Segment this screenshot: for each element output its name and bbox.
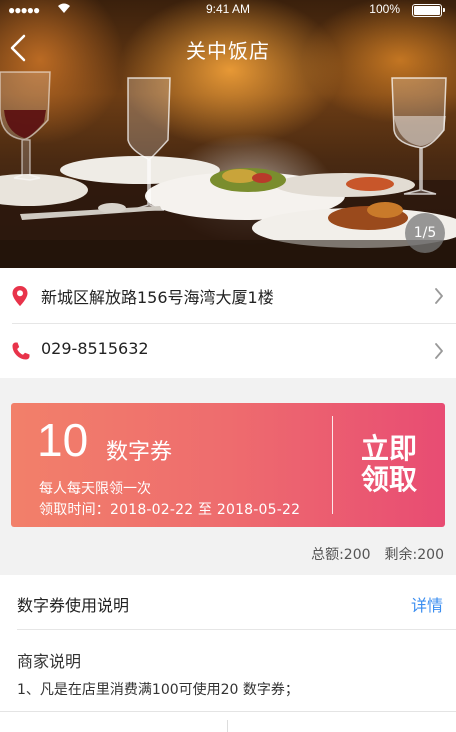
bottom-action-bar <box>0 711 456 732</box>
status-bar: ●●●●● 9:41 AM 100% <box>0 0 456 18</box>
store-info-section: 新城区解放路156号海湾大厦1楼 029-8515632 <box>0 268 456 378</box>
merchant-rule: 1、凡是在店里消费满100可使用20 数字券； <box>17 682 299 698</box>
address-row[interactable]: 新城区解放路156号海湾大厦1楼 <box>0 268 456 324</box>
phone-icon <box>12 342 30 360</box>
page-title: 关中饭店 <box>186 39 270 63</box>
phone-row[interactable]: 029-8515632 <box>0 323 456 378</box>
coupon-amount: 10 <box>37 414 89 466</box>
instructions-title: 数字券使用说明 <box>17 596 130 615</box>
details-link[interactable]: 详情 <box>411 592 443 616</box>
coupon-remaining: 剩余:200 <box>384 547 444 563</box>
battery-icon <box>412 4 445 17</box>
phone-number: 029-8515632 <box>41 339 149 358</box>
chevron-right-icon <box>435 288 443 304</box>
image-page-indicator: 1/5 <box>405 213 445 253</box>
section-divider <box>17 629 456 630</box>
merchant-notes-heading: 商家说明 <box>17 652 82 671</box>
coupon-limit: 每人每天限领一次 <box>39 481 151 497</box>
coupon-card: 10 数字券 每人每天限领一次 领取时间：2018-02-22 至 2018-0… <box>11 403 445 527</box>
coupon-claim-period: 领取时间：2018-02-22 至 2018-05-22 <box>39 502 301 518</box>
coupon-type: 数字券 <box>106 440 173 465</box>
battery-percent: 100% <box>369 2 400 16</box>
claim-now-button[interactable]: 立即 领取 <box>333 403 445 527</box>
coupon-stats: 总额:200 剩余:200 <box>297 544 444 564</box>
usage-instructions-section: 数字券使用说明 详情 商家说明 1、凡是在店里消费满100可使用20 数字券； <box>0 575 456 731</box>
chevron-right-icon <box>435 343 443 359</box>
bottom-bar-separator <box>227 720 228 732</box>
coupon-total: 总额:200 <box>311 547 371 563</box>
location-pin-icon <box>12 286 28 306</box>
claim-button-line2: 领取 <box>360 463 417 496</box>
claim-button-line1: 立即 <box>360 432 417 465</box>
address-text: 新城区解放路156号海湾大厦1楼 <box>41 288 274 307</box>
restaurant-photo[interactable]: ●●●●● 9:41 AM 100% 关中饭店 1/5 <box>0 0 456 268</box>
